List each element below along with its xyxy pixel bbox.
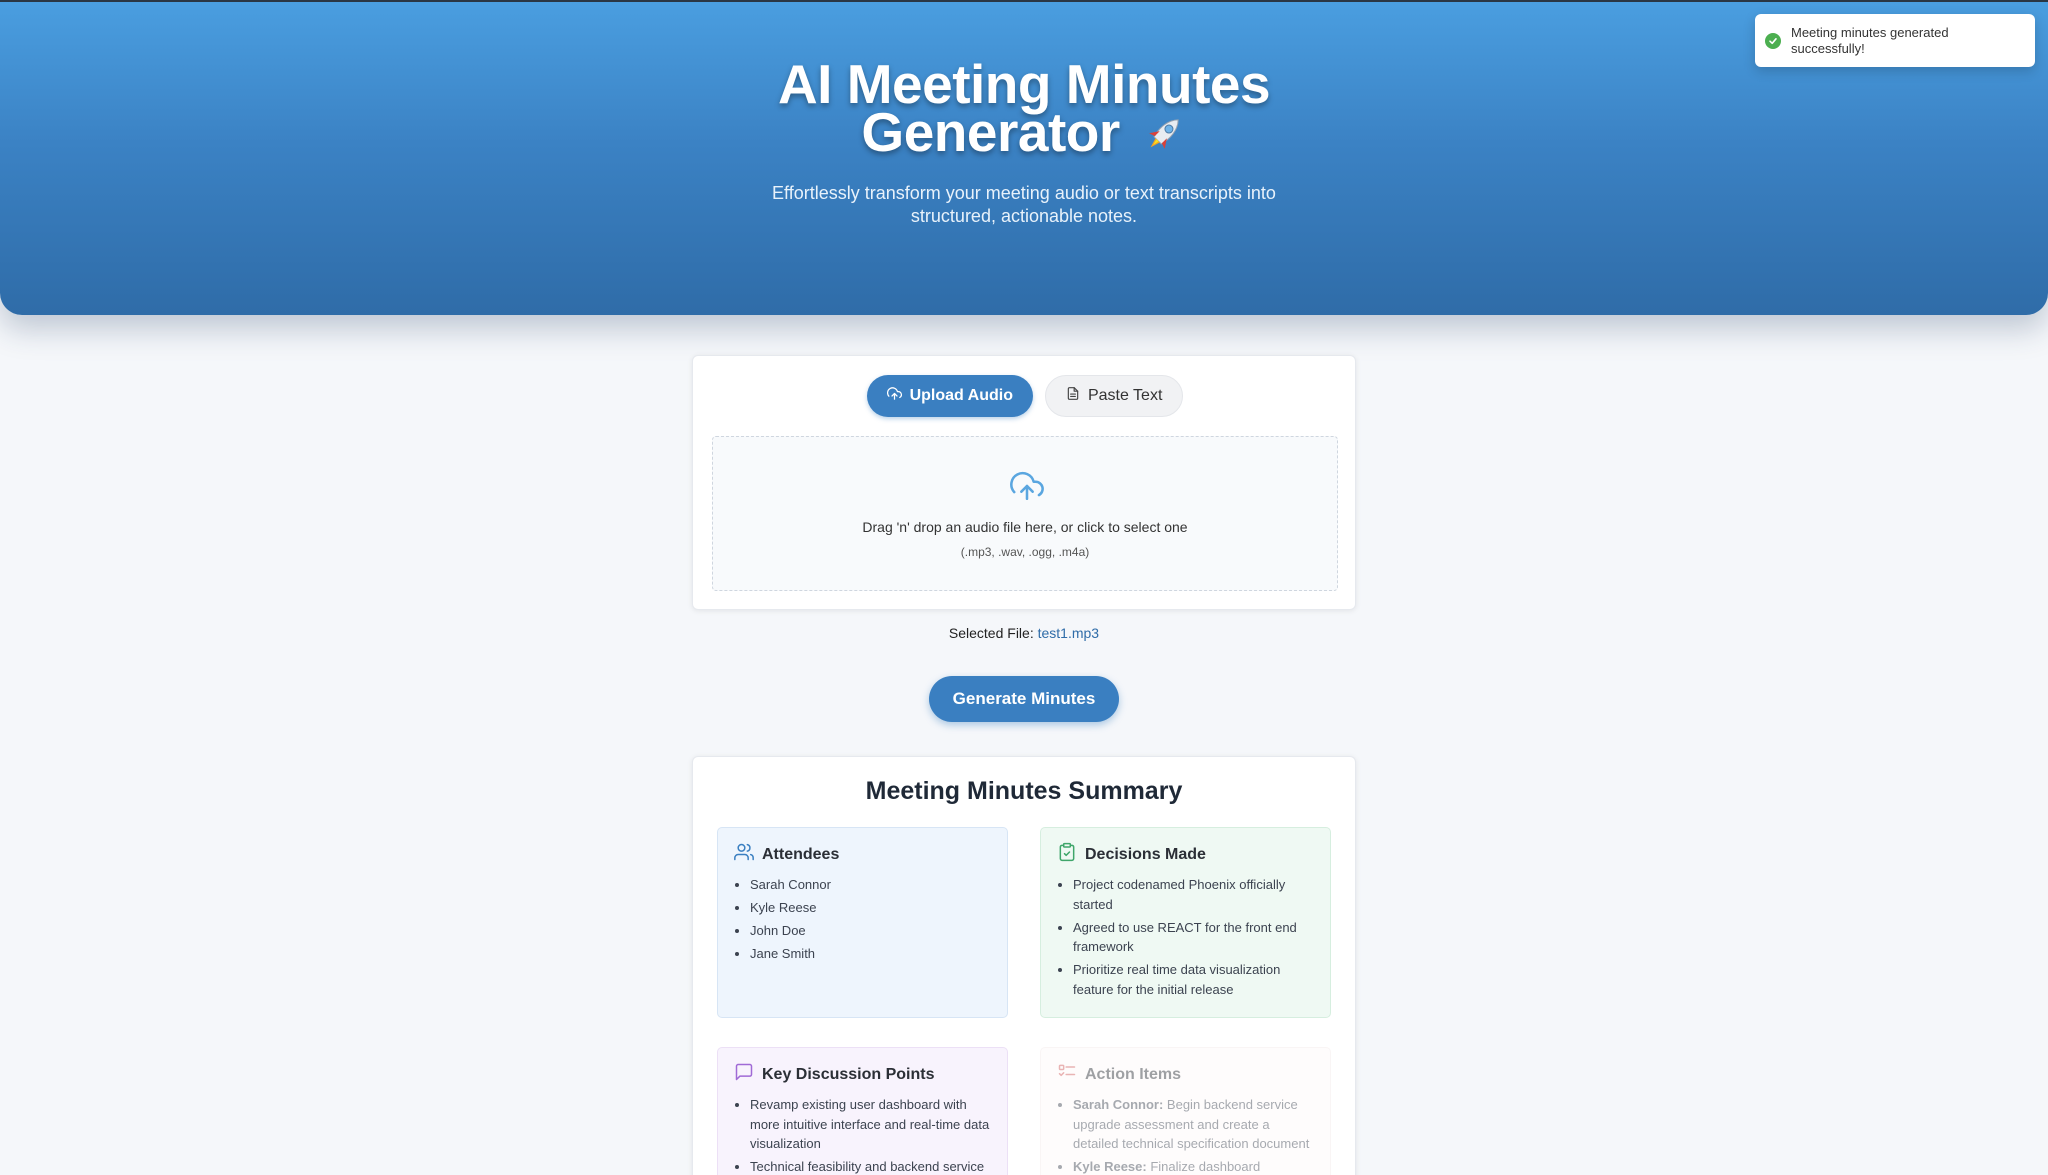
action-items-heading: Action Items <box>1085 1065 1182 1083</box>
tab-paste-label: Paste Text <box>1087 387 1163 404</box>
list-item: Sarah Connor: Begin backend service upgr… <box>1073 1095 1314 1154</box>
discussion-heading: Key Discussion Points <box>762 1065 935 1083</box>
discussion-section: Key Discussion Points Revamp existing us… <box>717 1047 1008 1175</box>
dropzone-formats: (.mp3, .wav, .ogg, .m4a) <box>960 545 1090 559</box>
list-item: Prioritize real time data visualization … <box>1073 960 1314 999</box>
audio-dropzone[interactable]: Drag 'n' drop an audio file here, or cli… <box>712 436 1338 591</box>
summary-title: Meeting Minutes Summary <box>865 777 1183 805</box>
list-item: Jane Smith <box>750 944 991 964</box>
cloud-upload-icon <box>886 386 902 406</box>
selected-file: Selected File: test1.mp3 <box>0 625 2048 641</box>
generate-minutes-button[interactable]: Generate Minutes <box>929 676 1119 722</box>
list-item: Project codenamed Phoenix officially sta… <box>1073 875 1314 914</box>
attendees-section: Attendees Sarah Connor Kyle Reese John D… <box>717 827 1008 1018</box>
title-line-2: Generator <box>861 101 1120 163</box>
selected-file-label: Selected File: <box>948 625 1034 641</box>
selected-file-name: test1.mp3 <box>1037 625 1100 641</box>
rocket-icon <box>1141 111 1187 162</box>
list-item: Sarah Connor <box>750 875 991 895</box>
input-card: Upload Audio Paste Text Drag 'n' drop an… <box>692 355 1356 610</box>
input-mode-tabs: Upload Audio Paste Text <box>693 375 1357 417</box>
subtitle-line-2: structured, actionable notes. <box>910 206 1138 226</box>
dropzone-text: Drag 'n' drop an audio file here, or cli… <box>862 519 1188 535</box>
list-item: Kyle Reese: Finalize dashboard mockups <box>1073 1157 1314 1175</box>
action-items-section: Action Items Sarah Connor: Begin backend… <box>1040 1047 1331 1175</box>
decisions-section: Decisions Made Project codenamed Phoenix… <box>1040 827 1331 1018</box>
tab-upload-audio[interactable]: Upload Audio <box>866 375 1033 417</box>
attendees-heading: Attendees <box>762 845 840 863</box>
attendees-header: Attendees <box>734 842 991 867</box>
action-owner: Kyle Reese: <box>1073 1159 1147 1174</box>
list-item: Revamp existing user dashboard with more… <box>750 1095 991 1154</box>
upload-cloud-icon <box>1010 469 1044 508</box>
success-toast[interactable]: Meeting minutes generated successfully! <box>1755 14 2035 67</box>
decisions-header: Decisions Made <box>1057 842 1314 867</box>
decisions-heading: Decisions Made <box>1085 845 1206 863</box>
discussion-header: Key Discussion Points <box>734 1062 991 1087</box>
list-item: John Doe <box>750 921 991 941</box>
toast-line-2: successfully! <box>1791 40 1865 56</box>
title-line-2-wrap: Generator <box>0 105 2048 162</box>
clipboard-check-icon <box>1057 842 1077 867</box>
list-checks-icon <box>1057 1062 1077 1087</box>
list-item: Agreed to use REACT for the front end fr… <box>1073 918 1314 957</box>
action-items-header: Action Items <box>1057 1062 1314 1087</box>
action-items-list: Sarah Connor: Begin backend service upgr… <box>1057 1095 1314 1175</box>
hero-subtitle: Effortlessly transform your meeting audi… <box>0 182 2048 228</box>
document-icon <box>1066 386 1080 406</box>
discussion-list: Revamp existing user dashboard with more… <box>734 1095 991 1175</box>
tab-paste-text[interactable]: Paste Text <box>1044 375 1184 417</box>
users-icon <box>734 842 754 867</box>
page-title: AI Meeting Minutes Generator <box>0 57 2048 162</box>
toast-line-1: Meeting minutes generated <box>1791 24 1949 40</box>
hero-banner: AI Meeting Minutes Generator Effortlessl… <box>0 0 2048 315</box>
summary-card: Meeting Minutes Summary Attendees Sarah … <box>692 756 1356 1175</box>
list-item: Kyle Reese <box>750 898 991 918</box>
list-item: Technical feasibility and backend servic… <box>750 1157 991 1175</box>
check-circle-icon <box>1765 32 1781 49</box>
attendees-list: Sarah Connor Kyle Reese John Doe Jane Sm… <box>734 875 991 964</box>
action-owner: Sarah Connor: <box>1073 1097 1164 1112</box>
decisions-list: Project codenamed Phoenix officially sta… <box>1057 875 1314 999</box>
tab-upload-label: Upload Audio <box>909 387 1013 404</box>
toast-message: Meeting minutes generated successfully! <box>1791 25 1949 57</box>
subtitle-line-1: Effortlessly transform your meeting audi… <box>772 183 1276 203</box>
message-square-icon <box>734 1062 754 1087</box>
